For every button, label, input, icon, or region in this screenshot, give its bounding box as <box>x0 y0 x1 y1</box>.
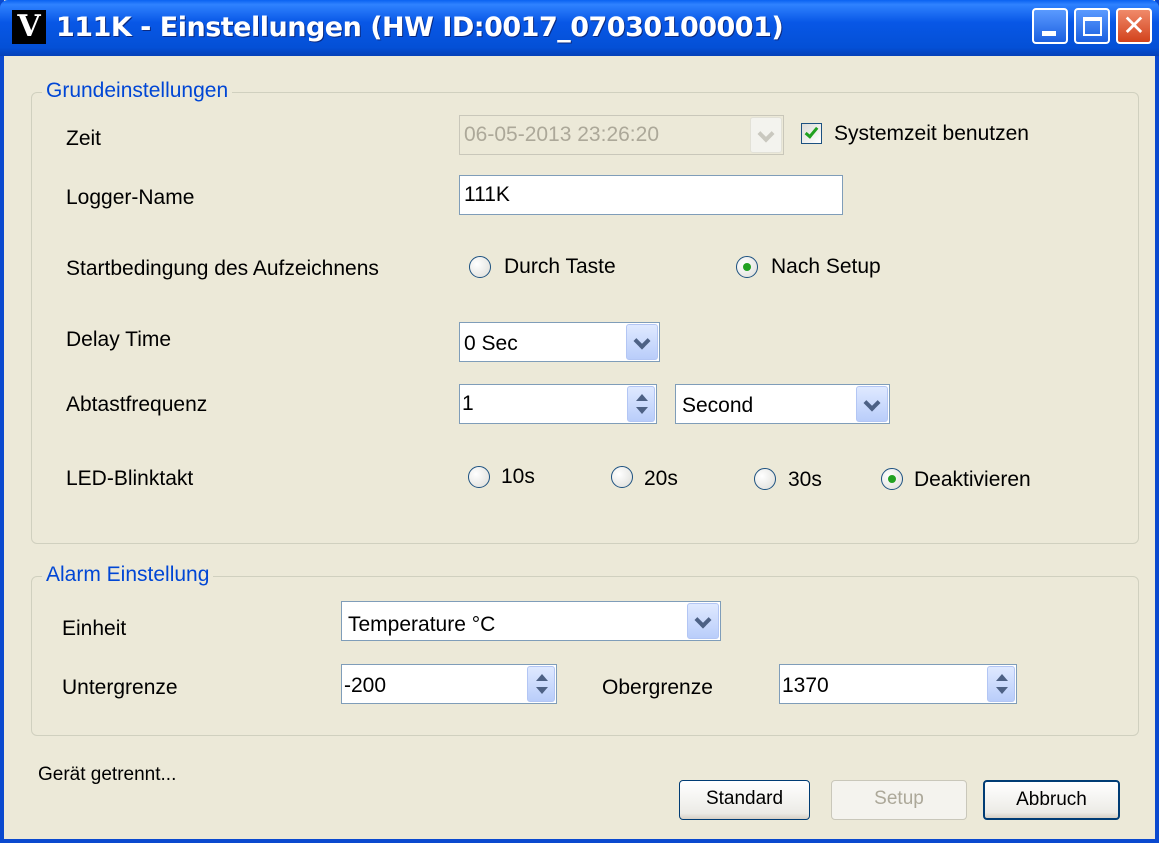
lower-limit-label: Untergrenze <box>62 676 178 699</box>
time-dropdown-arrow <box>750 117 782 153</box>
chevron-down-icon <box>757 125 775 143</box>
led-blink-label: LED-Blinktakt <box>66 467 194 490</box>
spin-up-icon <box>636 394 648 401</box>
logger-name-value: 111K <box>464 183 510 206</box>
start-after-setup-label[interactable]: Nach Setup <box>771 254 881 280</box>
alarm-settings-title: Alarm Einstellung <box>42 561 214 589</box>
unit-dropdown-arrow[interactable] <box>687 603 719 639</box>
upper-limit-spin-buttons[interactable] <box>987 666 1015 702</box>
spin-down-icon <box>536 687 548 694</box>
spin-down-icon <box>996 687 1008 694</box>
lower-limit-value: -200 <box>344 674 387 697</box>
led-10s-label[interactable]: 10s <box>501 464 535 490</box>
unit-value: Temperature °C <box>348 613 496 636</box>
sample-rate-label: Abtastfrequenz <box>66 393 208 416</box>
close-button[interactable]: ✕ <box>1116 8 1152 44</box>
close-icon: ✕ <box>1122 9 1146 42</box>
unit-label: Einheit <box>62 617 127 640</box>
minimize-icon <box>1042 31 1056 36</box>
upper-limit-value: 1370 <box>782 674 829 697</box>
system-time-label[interactable]: Systemzeit benutzen <box>834 121 1029 147</box>
start-by-button-label[interactable]: Durch Taste <box>504 254 616 280</box>
maximize-button[interactable] <box>1074 8 1110 44</box>
upper-limit-stepper[interactable]: 1370 <box>779 664 1017 704</box>
delay-time-dropdown[interactable]: 0 Sec <box>459 322 660 362</box>
radio-selected-dot <box>888 475 896 483</box>
window-title: 111K - Einstellungen (HW ID:0017_0703010… <box>56 12 784 43</box>
delay-time-label: Delay Time <box>66 328 172 351</box>
chevron-down-icon <box>863 394 881 412</box>
alarm-settings-group: Alarm Einstellung <box>31 561 1139 736</box>
sample-rate-spin-buttons[interactable] <box>627 386 655 422</box>
cancel-button[interactable]: Abbruch <box>983 780 1120 820</box>
led-20s-radio[interactable] <box>611 466 633 488</box>
start-condition-label: Startbedingung des Aufzeichnens <box>66 257 379 280</box>
delay-time-value: 0 Sec <box>464 332 518 355</box>
setup-button[interactable]: Setup <box>831 780 967 820</box>
system-time-checkbox[interactable] <box>801 123 822 144</box>
start-after-setup-radio[interactable] <box>736 256 758 278</box>
sample-rate-stepper[interactable]: 1 <box>459 384 657 424</box>
chevron-down-icon <box>633 332 651 350</box>
upper-limit-label: Obergrenze <box>602 676 713 699</box>
lower-limit-spin-buttons[interactable] <box>527 666 555 702</box>
sample-rate-value: 1 <box>462 392 474 415</box>
app-logo-icon: V <box>12 10 46 44</box>
checkmark-icon <box>804 124 819 139</box>
title-bar[interactable]: V 111K - Einstellungen (HW ID:0017_07030… <box>0 0 1159 56</box>
led-30s-radio[interactable] <box>754 468 776 490</box>
logger-name-label: Logger-Name <box>66 186 195 209</box>
time-label: Zeit <box>66 127 102 150</box>
standard-button[interactable]: Standard <box>679 780 810 820</box>
spin-down-icon <box>636 407 648 414</box>
sample-unit-value: Second <box>682 394 754 417</box>
basic-settings-title: Grundeinstellungen <box>42 77 233 105</box>
led-disable-radio[interactable] <box>881 468 903 490</box>
chevron-down-icon <box>694 611 712 629</box>
led-10s-radio[interactable] <box>468 466 490 488</box>
led-20s-label[interactable]: 20s <box>644 466 678 492</box>
time-value: 06-05-2013 23:26:20 <box>464 123 659 146</box>
start-by-button-radio[interactable] <box>469 256 491 278</box>
settings-window: V 111K - Einstellungen (HW ID:0017_07030… <box>0 0 1159 843</box>
sample-unit-dropdown[interactable]: Second <box>675 384 890 424</box>
logger-name-field[interactable]: 111K <box>459 175 843 215</box>
minimize-button[interactable] <box>1032 8 1068 44</box>
led-30s-label[interactable]: 30s <box>788 467 822 493</box>
sample-unit-dropdown-arrow[interactable] <box>856 386 888 422</box>
time-dropdown: 06-05-2013 23:26:20 <box>459 115 784 155</box>
status-text: Gerät getrennt... <box>38 764 177 785</box>
led-disable-label[interactable]: Deaktivieren <box>914 467 1031 493</box>
delay-time-dropdown-arrow[interactable] <box>626 324 658 360</box>
radio-selected-dot <box>743 263 751 271</box>
spin-up-icon <box>536 674 548 681</box>
unit-dropdown[interactable]: Temperature °C <box>341 601 721 641</box>
maximize-icon <box>1083 17 1102 36</box>
spin-up-icon <box>996 674 1008 681</box>
lower-limit-stepper[interactable]: -200 <box>341 664 557 704</box>
